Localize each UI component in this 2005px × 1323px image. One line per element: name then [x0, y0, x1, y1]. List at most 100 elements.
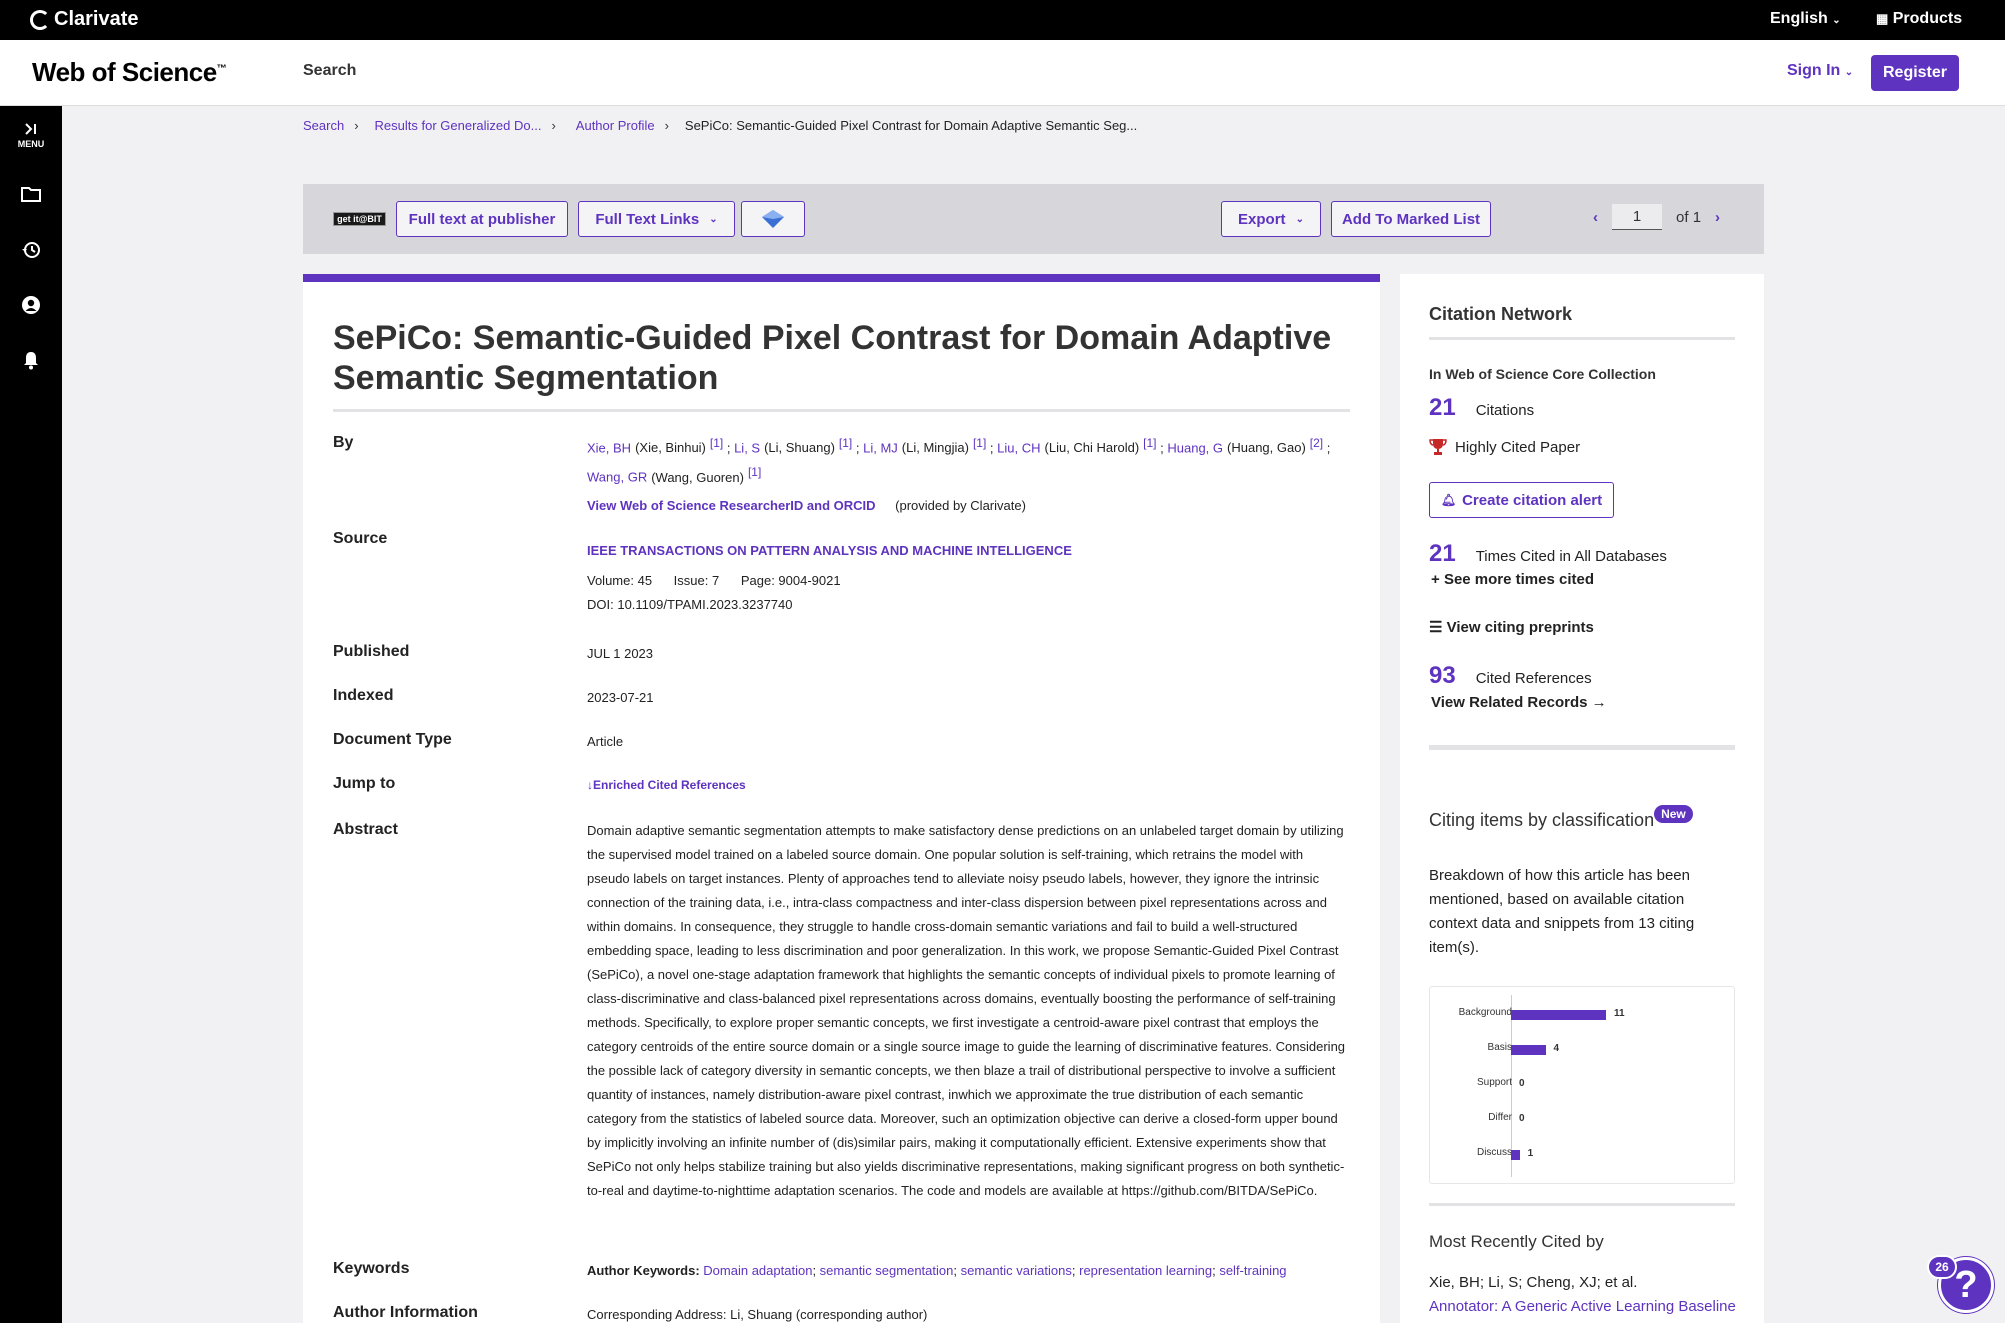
- products-menu[interactable]: ▦ Products: [1876, 10, 1962, 28]
- chart-bar[interactable]: [1511, 1010, 1606, 1020]
- chart-value-label: 4: [1553, 1043, 1560, 1054]
- see-more-label: See more times cited: [1443, 571, 1595, 588]
- author-affiliation-link[interactable]: [1]: [839, 436, 852, 450]
- register-button[interactable]: Register: [1871, 55, 1959, 91]
- keyword-link[interactable]: representation learning: [1079, 1263, 1212, 1278]
- unpaywall-button[interactable]: [741, 201, 805, 237]
- author-affiliation-link[interactable]: [1]: [748, 465, 761, 479]
- add-to-marked-list-button[interactable]: Add To Marked List: [1331, 201, 1491, 237]
- issue: Issue: 7: [673, 573, 720, 588]
- next-record-icon[interactable]: ›: [1715, 209, 1720, 226]
- journal-link[interactable]: IEEE TRANSACTIONS ON PATTERN ANALYSIS AN…: [587, 541, 1072, 560]
- products-label: Products: [1892, 10, 1963, 27]
- author-affiliation-link[interactable]: [1]: [973, 436, 986, 450]
- keyword-link[interactable]: semantic variations: [961, 1263, 1072, 1278]
- bell-plus-icon: 🔔︎: [1440, 493, 1457, 507]
- previous-record-icon[interactable]: ‹: [1593, 209, 1598, 226]
- expand-menu-icon: [25, 123, 36, 135]
- keyword-link[interactable]: self-training: [1219, 1263, 1286, 1278]
- chart-bar[interactable]: [1511, 1150, 1520, 1160]
- clarivate-mark-icon: [30, 9, 50, 30]
- breadcrumb: Search › Results for Generalized Do... › A…: [303, 118, 1137, 133]
- author-full-name: (Xie, Binhui): [635, 440, 706, 456]
- breadcrumb-search[interactable]: Search: [303, 118, 344, 133]
- indexed-date: 2023-07-21: [587, 690, 654, 705]
- create-citation-alert-label: Create citation alert: [1462, 491, 1603, 509]
- see-more-times-cited-link[interactable]: + See more times cited: [1431, 571, 1594, 588]
- author-link[interactable]: Xie, BH: [587, 440, 631, 455]
- jump-to-label: Jump to: [333, 775, 396, 792]
- clarivate-logo[interactable]: Clarivate: [30, 8, 139, 31]
- document-type: Article: [587, 734, 624, 749]
- getit-bit-button[interactable]: get it@BIT: [333, 212, 386, 226]
- view-citing-preprints-link[interactable]: ☰ View citing preprints: [1429, 618, 1594, 636]
- author-link[interactable]: Wang, GR: [587, 470, 647, 485]
- sign-in-menu[interactable]: Sign In ⌄: [1787, 62, 1853, 80]
- enriched-cited-references-link[interactable]: ↓Enriched Cited References: [587, 776, 746, 795]
- breadcrumb-author-profile[interactable]: Author Profile: [576, 118, 655, 133]
- app-name: Web of Science: [32, 57, 217, 87]
- help-notification-badge: 26: [1927, 1255, 1957, 1279]
- history-nav-item[interactable]: [0, 240, 62, 260]
- full-text-links-button[interactable]: Full Text Links ⌄: [578, 201, 735, 237]
- corresponding-address: Corresponding Address: Li, Shuang (corre…: [587, 1307, 928, 1322]
- menu-label: MENU: [17, 139, 45, 149]
- keyword-link[interactable]: semantic segmentation: [820, 1263, 954, 1278]
- keywords-row: Author Keywords: Domain adaptation; sema…: [587, 1261, 1287, 1280]
- chart-value-label: 0: [1519, 1113, 1525, 1124]
- cited-references-count[interactable]: 93 Cited References: [1429, 662, 1592, 690]
- menu-toggle[interactable]: MENU: [0, 122, 62, 149]
- breadcrumb-current: SePiCo: Semantic-Guided Pixel Contrast f…: [684, 118, 1138, 133]
- recent-citing-paper-link[interactable]: Annotator: A Generic Active Learning Bas…: [1429, 1298, 1736, 1315]
- export-button[interactable]: Export ⌄: [1221, 201, 1321, 237]
- user-profile-icon: [22, 296, 40, 314]
- nav-search-link[interactable]: Search: [303, 62, 356, 80]
- researcher-id-link[interactable]: View Web of Science ResearcherID and ORC…: [587, 498, 876, 513]
- bell-icon: [24, 352, 38, 370]
- enriched-cited-references-text[interactable]: Enriched Cited References: [593, 778, 746, 792]
- profile-nav-item[interactable]: [0, 295, 62, 315]
- folder-nav-item[interactable]: [0, 186, 62, 202]
- author-affiliation-link[interactable]: [1]: [710, 436, 723, 450]
- view-related-records-link[interactable]: View Related Records →: [1431, 694, 1607, 711]
- chart-value-label: 11: [1614, 1008, 1625, 1019]
- all-db-label: Times Cited in All Databases: [1475, 548, 1667, 565]
- export-label: Export: [1238, 210, 1286, 228]
- author-link[interactable]: Liu, CH: [997, 440, 1040, 455]
- record-title: SePiCo: Semantic-Guided Pixel Contrast f…: [333, 319, 1332, 397]
- chart-row: Discuss 1: [1430, 1147, 1736, 1161]
- keyword-link[interactable]: Domain adaptation: [703, 1263, 812, 1278]
- citations-count[interactable]: 21 Citations: [1429, 394, 1534, 422]
- most-recently-cited-title: Most Recently Cited by: [1429, 1232, 1604, 1251]
- author-keywords-prefix: Author Keywords:: [587, 1263, 700, 1278]
- pages: Page: 9004-9021: [740, 573, 841, 588]
- language-selector[interactable]: English ⌄: [1770, 10, 1841, 28]
- alerts-nav-item[interactable]: [0, 350, 62, 370]
- author-link[interactable]: Li, MJ: [863, 440, 898, 455]
- of-text: of: [1676, 208, 1689, 226]
- create-citation-alert-button[interactable]: 🔔︎ Create citation alert: [1429, 482, 1614, 518]
- author-link[interactable]: Huang, G: [1167, 440, 1223, 455]
- classification-description: Breakdown of how this article has been m…: [1429, 867, 1695, 956]
- list-icon: ☰: [1429, 619, 1443, 636]
- page-number-input[interactable]: 1: [1612, 204, 1662, 230]
- times-cited-all-databases[interactable]: 21 Times Cited in All Databases: [1429, 540, 1667, 568]
- author-link[interactable]: Li, S: [734, 440, 760, 455]
- citations-label: Citations: [1475, 402, 1535, 419]
- citation-network-divider: [1429, 337, 1735, 340]
- web-of-science-logo[interactable]: Web of Science™: [32, 57, 227, 88]
- document-type-label: Document Type: [333, 731, 452, 748]
- author-affiliation-link[interactable]: [2]: [1310, 436, 1323, 450]
- keyword-separator: ;: [812, 1263, 820, 1278]
- author-affiliation-link[interactable]: [1]: [1143, 436, 1156, 450]
- keywords-label: Keywords: [333, 1260, 410, 1277]
- journal-name[interactable]: IEEE TRANSACTIONS ON PATTERN ANALYSIS AN…: [587, 543, 1072, 558]
- total-pages: 1: [1692, 208, 1702, 226]
- full-text-publisher-button[interactable]: Full text at publisher: [396, 201, 568, 237]
- doi: DOI: 10.1109/TPAMI.2023.3237740: [587, 597, 793, 612]
- chart-bar[interactable]: [1511, 1045, 1546, 1055]
- breadcrumb-results[interactable]: Results for Generalized Do...: [375, 118, 542, 133]
- chart-category-label: Discuss: [1476, 1147, 1512, 1158]
- main-nav: Web of Science™ Search Sign In ⌄ Registe…: [0, 40, 2005, 106]
- citation-sidebar: Citation Network In Web of Science Core …: [1400, 274, 1764, 1323]
